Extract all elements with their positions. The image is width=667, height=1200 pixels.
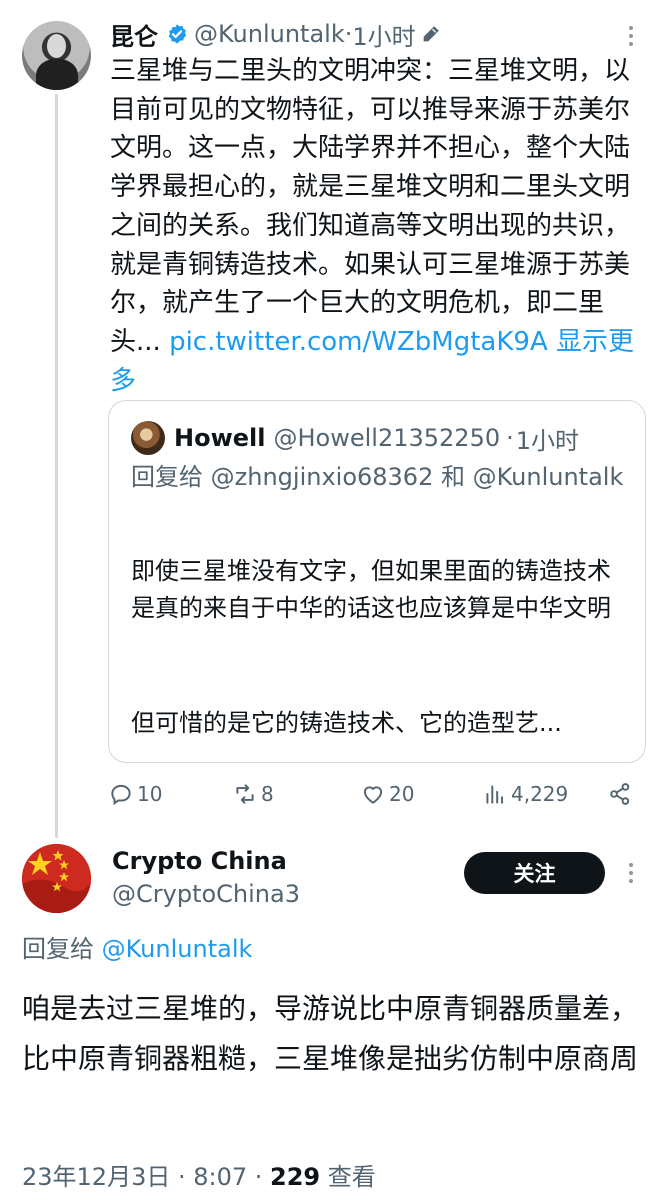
reply-user-link[interactable]: @Kunluntalk bbox=[102, 935, 253, 963]
retweet-icon bbox=[236, 784, 254, 804]
like-button[interactable]: 20 bbox=[360, 778, 414, 810]
views-button[interactable]: 4,229 bbox=[482, 778, 568, 810]
views-label: 查看 bbox=[327, 1163, 376, 1191]
views-count: 4,229 bbox=[511, 782, 569, 806]
flag-avatar-icon bbox=[22, 844, 91, 913]
author-handle[interactable]: @CryptoChina3 bbox=[112, 878, 300, 910]
meta-separator: · bbox=[344, 20, 353, 48]
author-name[interactable]: Crypto China bbox=[112, 845, 287, 877]
quote-avatar bbox=[131, 421, 165, 455]
more-options-icon[interactable] bbox=[623, 24, 639, 48]
reply-count: 10 bbox=[137, 782, 163, 806]
reply-icon bbox=[111, 784, 131, 806]
thread-connector-line bbox=[55, 94, 58, 838]
quote-header: Howell @Howell21352250 · 1小时 bbox=[131, 421, 579, 455]
quote-reply-user-2: @Kunluntalk bbox=[472, 463, 624, 491]
tweet-meta: 23年12月3日 · 8:07 · 229 查看 bbox=[22, 1160, 376, 1194]
quote-reply-prefix: 回复给 bbox=[131, 463, 203, 491]
author-handle[interactable]: @Kunluntalk bbox=[194, 20, 345, 48]
avatar-figure-face bbox=[47, 34, 66, 58]
view-count: 229 bbox=[270, 1163, 321, 1191]
retweet-count: 8 bbox=[261, 782, 274, 806]
follow-button[interactable]: 关注 bbox=[464, 852, 605, 894]
like-count: 20 bbox=[389, 782, 415, 806]
retweet-button[interactable]: 8 bbox=[232, 778, 274, 810]
quote-meta-separator: · bbox=[506, 424, 514, 452]
avatar-figure-suit bbox=[36, 59, 78, 90]
quote-author-handle: @Howell21352250 bbox=[273, 424, 501, 452]
quote-time: 1小时 bbox=[515, 426, 580, 455]
quote-text-paragraph-1: 即使三星堆没有文字，但如果里面的铸造技术是真的来自于中华的话这也应该算是中华文明 bbox=[131, 557, 611, 622]
tweet-body-text: 三星堆与二里头的文明冲突：三星堆文明，以目前可见的文物特征，可以推导来源于苏美尔… bbox=[110, 56, 631, 357]
tweet-text: 三星堆与二里头的文明冲突：三星堆文明，以目前可见的文物特征，可以推导来源于苏美尔… bbox=[110, 52, 640, 400]
views-chart-icon bbox=[486, 785, 504, 804]
more-options-icon[interactable] bbox=[623, 861, 639, 885]
avatar-crypto-china[interactable] bbox=[22, 844, 91, 913]
tweet-text: 咱是去过三星堆的，导游说比中原青铜器质量差，比中原青铜器粗糙，三星堆像是拙劣仿制… bbox=[22, 992, 639, 1075]
tweet-header: 昆仑 @Kunluntalk · 1小时 bbox=[110, 16, 630, 52]
share-button[interactable] bbox=[607, 778, 636, 810]
tweet-time[interactable]: 1小时 bbox=[352, 17, 415, 52]
edit-pencil-icon bbox=[423, 26, 439, 42]
avatar[interactable] bbox=[22, 21, 91, 90]
quoted-tweet-card[interactable]: Howell @Howell21352250 · 1小时 回复给 @zhngji… bbox=[108, 400, 646, 763]
quote-reply-user-1: @zhngjinxio68362 bbox=[210, 463, 434, 491]
tweet-date[interactable]: 23年12月3日 · 8:07 · bbox=[22, 1163, 270, 1191]
share-icon bbox=[610, 783, 630, 805]
reply-context: 回复给 @Kunluntalk bbox=[22, 932, 252, 966]
media-link[interactable]: pic.twitter.com/WZbMgtaK9A bbox=[169, 327, 548, 357]
verified-badge-icon bbox=[168, 24, 187, 44]
reply-prefix: 回复给 bbox=[22, 935, 94, 963]
quote-author-name: Howell bbox=[174, 424, 266, 452]
reply-button[interactable]: 10 bbox=[108, 778, 162, 810]
author-name[interactable]: 昆仑 bbox=[110, 17, 158, 52]
quote-text-paragraph-2: 但可惜的是它的铸造技术、它的造型艺... bbox=[131, 709, 562, 737]
quote-reply-and: 和 bbox=[440, 463, 465, 491]
quote-reply-context: 回复给 @zhngjinxio68362 和 @Kunluntalk bbox=[131, 459, 631, 496]
heart-icon bbox=[363, 786, 383, 804]
